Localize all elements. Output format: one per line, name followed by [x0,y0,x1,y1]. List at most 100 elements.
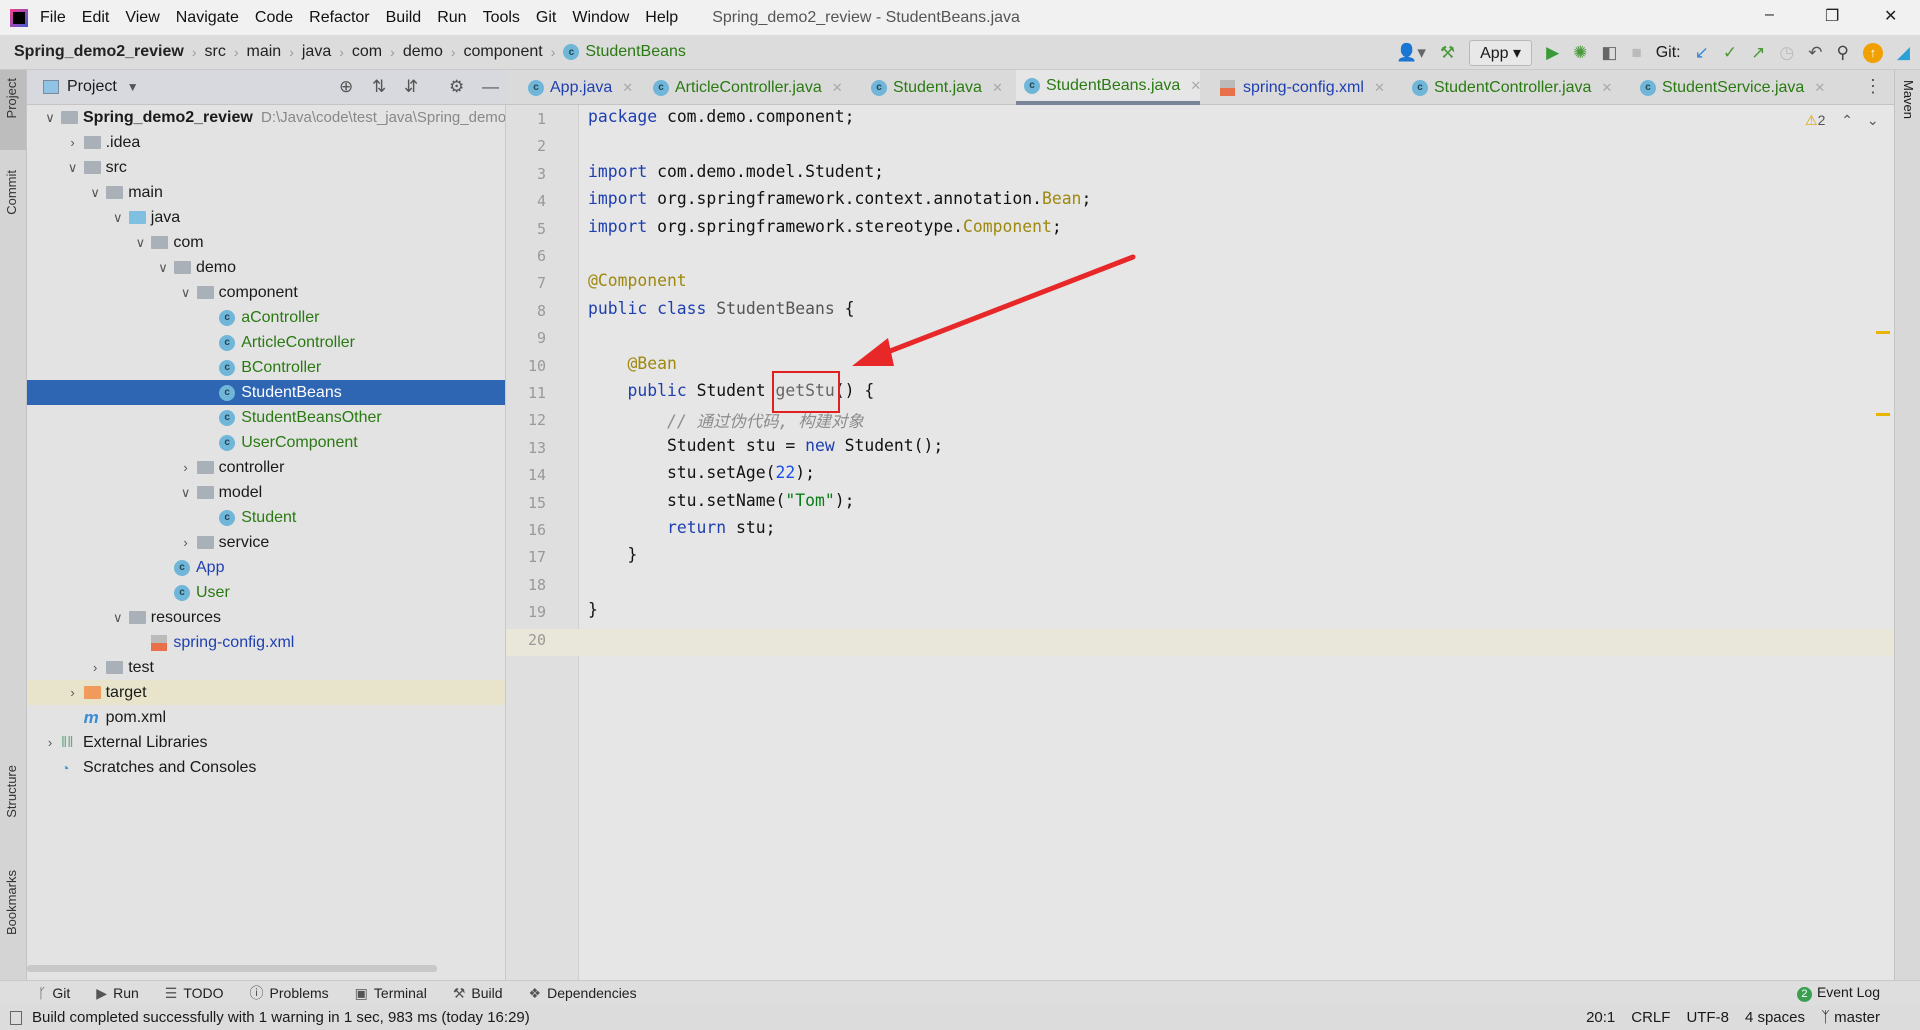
tool-build[interactable]: ⚒ Build [453,985,503,1002]
chevron-right-icon[interactable]: › [88,660,102,675]
tool-run[interactable]: ▶ Run [96,985,138,1002]
tree-item[interactable]: c StudentBeansOther [27,405,505,430]
tree-item[interactable]: ∨ demo [27,255,505,280]
warning-stripe-mark[interactable] [1876,331,1890,334]
tree-item[interactable]: › service [27,530,505,555]
expand-all-icon[interactable]: ⇅ [372,77,386,97]
user-icon[interactable]: 👤▾ [1396,43,1426,63]
tree-item[interactable]: › ‖‖ External Libraries [27,730,505,755]
search-icon[interactable]: ⚲ [1836,43,1848,63]
menu-refactor[interactable]: Refactor [309,9,369,27]
tab-student-java[interactable]: c Student.java ✕ [863,70,1003,105]
tree-item[interactable]: ∨ model [27,480,505,505]
toolbox-icon[interactable]: ◢ [1897,43,1910,63]
line-separator[interactable]: CRLF [1631,1009,1670,1026]
chevron-down-icon[interactable]: ∨ [88,185,102,201]
tree-item[interactable]: ∨ Spring_demo2_review D:\Java\code\test_ja… [27,105,505,130]
tree-item[interactable]: ∨ java [27,205,505,230]
hide-icon[interactable]: — [482,77,499,97]
tab-studentservice-java[interactable]: c StudentService.java ✕ [1632,70,1825,105]
breadcrumb-item[interactable]: Spring_demo2_review [14,43,184,61]
tool-todo[interactable]: ☰ TODO [165,985,224,1002]
status-panel-icon[interactable] [10,1010,22,1025]
indent-setting[interactable]: 4 spaces [1745,1009,1805,1026]
debug-icon[interactable]: ✺ [1573,43,1587,63]
chevron-down-icon[interactable]: ∨ [111,610,125,626]
breadcrumb-item[interactable]: main [247,43,282,61]
menu-git[interactable]: Git [536,9,556,27]
chevron-down-icon[interactable]: ∨ [111,210,125,226]
git-push-icon[interactable]: ↗ [1751,43,1765,63]
tree-item[interactable]: c User [27,580,505,605]
tool-problems[interactable]: ⓘ Problems [250,983,329,1003]
tree-item[interactable]: ∨ resources [27,605,505,630]
file-encoding[interactable]: UTF-8 [1686,1009,1729,1026]
breadcrumb-item[interactable]: demo [403,43,443,61]
menu-build[interactable]: Build [386,9,422,27]
chevron-down-icon[interactable]: ∨ [179,285,193,301]
inspection-widget[interactable]: ⚠2 ⌃ ⌄ [1805,112,1879,129]
build-hammer-icon[interactable]: ⚒ [1440,43,1455,63]
close-tab-icon[interactable]: ✕ [1601,80,1612,96]
update-icon[interactable]: ↑ [1862,42,1883,63]
tree-item[interactable]: spring-config.xml [27,630,505,655]
menu-file[interactable]: File [40,9,66,27]
close-tab-icon[interactable]: ✕ [622,80,633,96]
prev-highlight-icon[interactable]: ⌃ [1841,112,1853,128]
tree-item[interactable]: › target [27,680,505,705]
run-config-select[interactable]: App ▾ [1469,39,1533,66]
stripe-structure[interactable]: Structure [4,765,19,818]
code-editor[interactable] [506,105,1894,980]
breadcrumb-item[interactable]: component [464,43,543,61]
stripe-project[interactable]: Project [4,78,19,118]
menu-edit[interactable]: Edit [82,9,110,27]
menu-view[interactable]: View [125,9,159,27]
tree-item[interactable]: c BController [27,355,505,380]
locate-icon[interactable]: ⊕ [339,77,353,97]
chevron-right-icon[interactable]: › [179,460,193,475]
git-update-icon[interactable]: ↙ [1695,43,1709,63]
breadcrumb-item[interactable]: java [302,43,331,61]
status-message[interactable]: Build completed successfully with 1 warn… [32,1009,530,1026]
breadcrumb-item[interactable]: src [205,43,226,61]
close-button[interactable]: ✕ [1884,6,1897,26]
stripe-commit[interactable]: Commit [4,170,19,215]
restore-button[interactable]: ❐ [1825,6,1839,26]
tab-app-java[interactable]: c App.java ✕ [520,70,633,105]
stripe-maven[interactable]: Maven [1901,80,1916,119]
tree-item[interactable]: ∨ com [27,230,505,255]
tree-item[interactable]: › .idea [27,130,505,155]
event-log-button[interactable]: 2 Event Log [1796,984,1880,1002]
stop-icon[interactable]: ■ [1631,43,1641,63]
minimize-button[interactable]: – [1765,6,1774,24]
close-tab-icon[interactable]: ✕ [1190,78,1201,94]
stripe-bookmarks[interactable]: Bookmarks [4,870,19,935]
horizontal-scrollbar[interactable] [27,965,437,972]
tree-item[interactable]: ◔ Scratches and Consoles [27,755,505,780]
tool-dependencies[interactable]: ❖ Dependencies [529,985,637,1002]
coverage-icon[interactable]: ◧ [1601,43,1617,63]
chevron-down-icon[interactable]: ∨ [179,485,193,501]
tree-item[interactable]: c StudentBeans [27,380,505,405]
tree-item[interactable]: ∨ main [27,180,505,205]
chevron-down-icon[interactable]: ∨ [43,110,57,126]
menu-help[interactable]: Help [645,9,678,27]
tab-articlecontroller-java[interactable]: c ArticleController.java ✕ [645,70,843,105]
chevron-down-icon[interactable]: ∨ [156,260,170,276]
tree-item[interactable]: c App [27,555,505,580]
chevron-down-icon[interactable]: ∨ [66,160,80,176]
close-tab-icon[interactable]: ✕ [1374,80,1385,96]
chevron-right-icon[interactable]: › [179,535,193,550]
tree-item[interactable]: › controller [27,455,505,480]
menu-navigate[interactable]: Navigate [176,9,239,27]
tree-item[interactable]: c aController [27,305,505,330]
tree-item[interactable]: c Student [27,505,505,530]
menu-tools[interactable]: Tools [483,9,520,27]
tree-item[interactable]: ∨ src [27,155,505,180]
rollback-icon[interactable]: ↶ [1808,43,1822,63]
tool-terminal[interactable]: ▣ Terminal [355,985,427,1002]
project-view-select[interactable]: Project [67,78,117,96]
more-tabs-icon[interactable]: ⋮ [1864,76,1882,97]
close-tab-icon[interactable]: ✕ [1814,80,1825,96]
next-highlight-icon[interactable]: ⌄ [1867,112,1879,128]
